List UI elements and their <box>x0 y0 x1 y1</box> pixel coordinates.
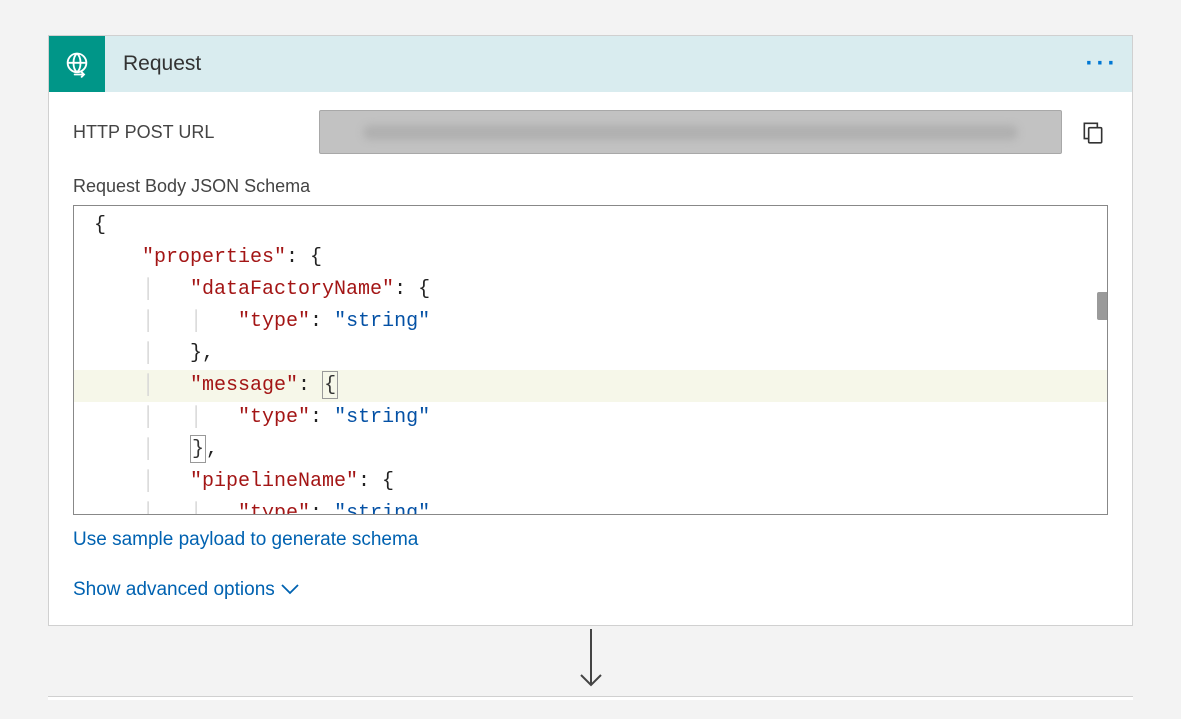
show-advanced-options-link[interactable]: Show advanced options <box>73 579 299 601</box>
advanced-options-label: Show advanced options <box>73 579 275 601</box>
schema-label: Request Body JSON Schema <box>73 176 1108 197</box>
card-body: HTTP POST URL Request Body JSON Schema {… <box>49 92 1132 625</box>
code-line: │ │ "type": "string" <box>74 498 1107 515</box>
flow-connector-arrow <box>48 626 1133 696</box>
code-line: │ │ "type": "string" <box>74 306 1107 338</box>
request-globe-icon <box>49 36 105 92</box>
chevron-down-icon <box>281 579 299 601</box>
card-title[interactable]: Request <box>105 36 1072 92</box>
more-menu-button[interactable]: ··· <box>1072 36 1132 92</box>
schema-editor[interactable]: { "properties": { │ "dataFactoryName": {… <box>73 205 1108 515</box>
code-line: │ "pipelineName": { <box>74 466 1107 498</box>
copy-url-button[interactable] <box>1078 110 1108 154</box>
http-url-row: HTTP POST URL <box>73 110 1108 154</box>
code-line: │ "dataFactoryName": { <box>74 274 1107 306</box>
http-post-url-field[interactable] <box>319 110 1062 154</box>
code-line: │ "message": { <box>74 370 1107 402</box>
scrollbar-thumb[interactable] <box>1097 292 1108 320</box>
code-line: { <box>74 210 1107 242</box>
use-sample-payload-link[interactable]: Use sample payload to generate schema <box>73 529 418 551</box>
copy-icon <box>1080 119 1106 145</box>
code-line: │ │ "type": "string" <box>74 402 1107 434</box>
code-line: │ }, <box>74 338 1107 370</box>
request-card: Request ··· HTTP POST URL Request Body J… <box>48 35 1133 626</box>
next-card-edge <box>48 696 1133 700</box>
redacted-url <box>363 125 1019 140</box>
http-post-url-label: HTTP POST URL <box>73 122 303 143</box>
card-header: Request ··· <box>49 36 1132 92</box>
code-line: │ }, <box>74 434 1107 466</box>
code-line: "properties": { <box>74 242 1107 274</box>
